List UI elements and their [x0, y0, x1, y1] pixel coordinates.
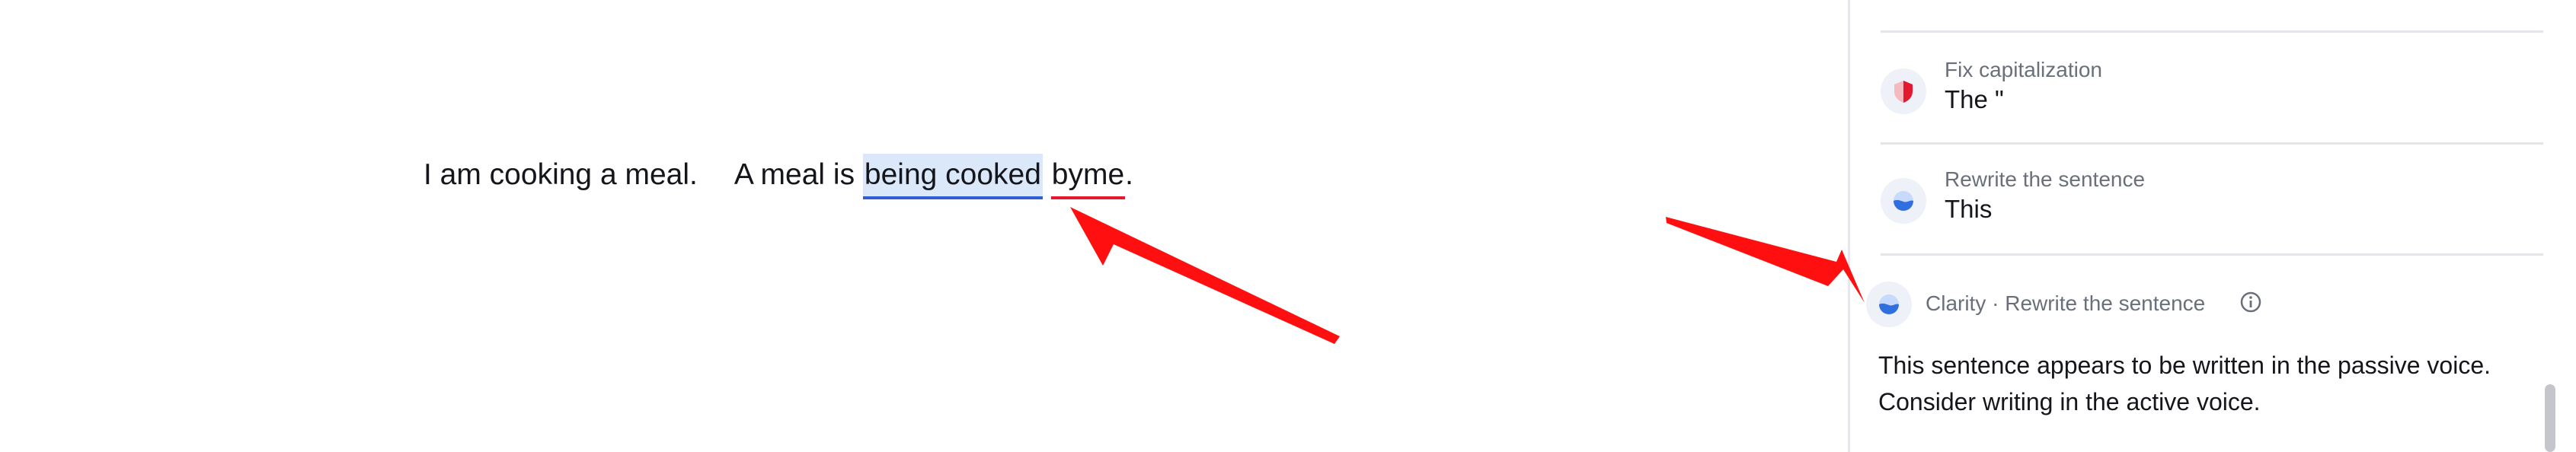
- suggestion-card-rewrite[interactable]: Rewrite the sentence This: [1881, 164, 2543, 253]
- card-divider: [1881, 30, 2543, 33]
- suggestion-detail-header[interactable]: Clarity · Rewrite the sentence: [1866, 282, 2475, 329]
- suggestion-detail-description: This sentence appears to be written in t…: [1878, 352, 2491, 415]
- suggestion-value: The ": [1945, 85, 2004, 113]
- suggestion-label: Rewrite the sentence: [1945, 167, 2146, 191]
- clarity-icon: [1881, 178, 1926, 224]
- card-divider: [1881, 142, 2543, 145]
- editor-text-line[interactable]: I am cooking a meal. A meal is being cook…: [423, 151, 1133, 199]
- info-icon[interactable]: [2239, 291, 2262, 314]
- sentence-2-start: A meal is: [733, 158, 863, 191]
- scrollbar-thumb[interactable]: [2545, 384, 2555, 452]
- clarity-icon: [1866, 282, 1912, 327]
- suggestion-label: Fix capitalization: [1945, 58, 2102, 81]
- suggestion-card-capitalization[interactable]: Fix capitalization The ": [1881, 53, 2543, 142]
- sentence-2-end: .: [1125, 158, 1134, 191]
- card-divider: [1881, 253, 2543, 256]
- text-editor[interactable]: I am cooking a meal. A meal is being cook…: [0, 0, 1843, 452]
- correctness-shield-icon: [1881, 68, 1926, 114]
- spelling-error-highlight[interactable]: byme: [1050, 154, 1126, 199]
- panel-scrollbar[interactable]: [2542, 0, 2564, 452]
- sentence-1: I am cooking a meal.: [423, 158, 698, 191]
- passive-voice-highlight[interactable]: being cooked: [862, 154, 1043, 199]
- suggestion-value: This: [1945, 195, 1993, 223]
- suggestion-detail-title: Clarity · Rewrite the sentence: [1926, 291, 2206, 315]
